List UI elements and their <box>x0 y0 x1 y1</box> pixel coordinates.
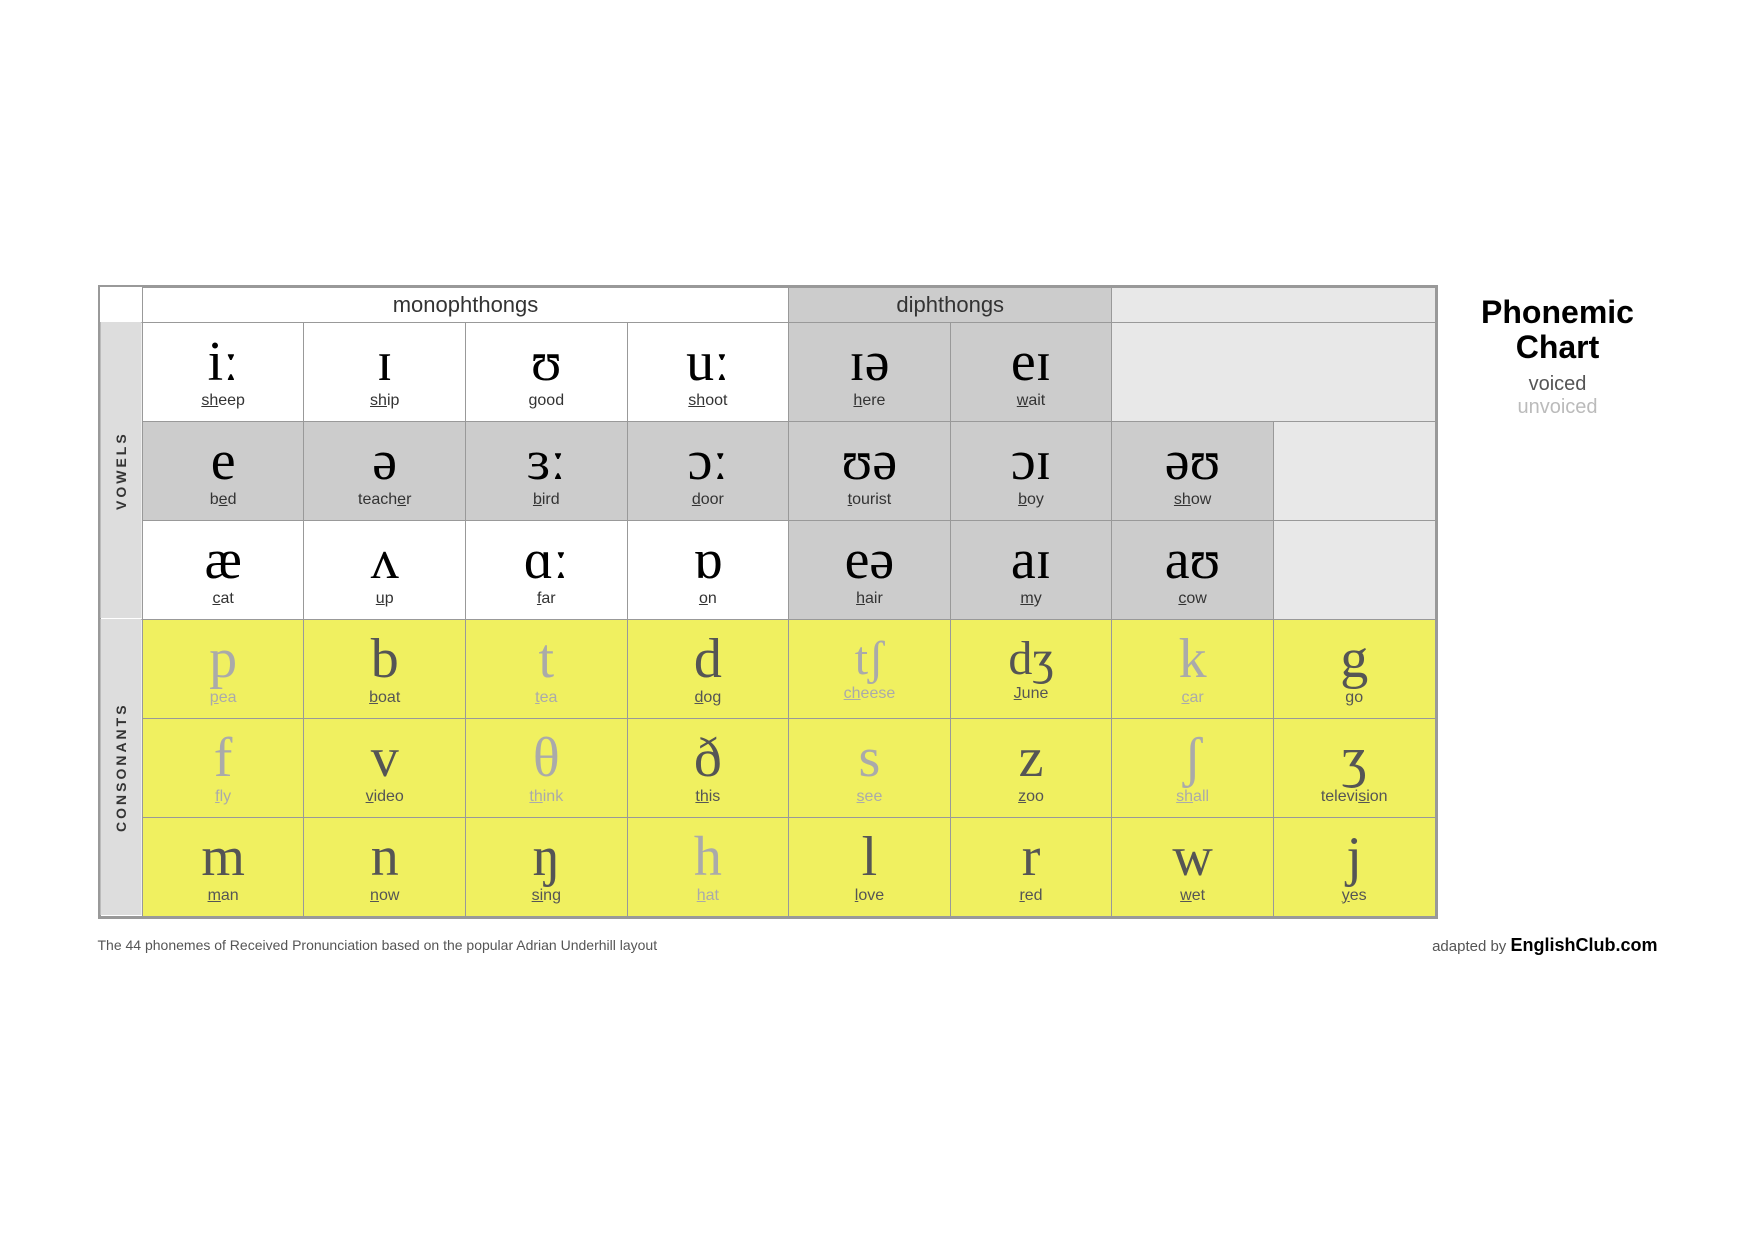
cell-tsh: tʃ cheese <box>789 619 951 718</box>
cell-zh: ʒ television <box>1273 718 1435 817</box>
cell-schwa: ə teacher <box>304 421 466 520</box>
cell-3: ɜː bird <box>466 421 628 520</box>
cell-b: b boat <box>304 619 466 718</box>
cell-eu: əʊ show <box>1112 421 1274 520</box>
cell-oo: ɔː door <box>627 421 789 520</box>
vowels-label: VOWELS <box>100 322 142 619</box>
cell-I: ɪ ship <box>304 322 466 421</box>
cell-h: h hat <box>627 817 789 916</box>
cell-g: g go <box>1273 619 1435 718</box>
cell-w: w wet <box>1112 817 1274 916</box>
empty-3 <box>1273 520 1435 619</box>
cell-aa: ɑː far <box>466 520 628 619</box>
unvoiced-label: unvoiced <box>1458 396 1658 419</box>
chart-container: monophthongs diphthongs VOWELS iː sheep <box>98 285 1438 919</box>
cell-l: l love <box>789 817 951 916</box>
consonants-label: CONSONANTS <box>100 619 142 916</box>
page-wrapper: monophthongs diphthongs VOWELS iː sheep <box>78 265 1678 976</box>
cell-e: e bed <box>142 421 304 520</box>
cell-s: s see <box>789 718 951 817</box>
empty-1 <box>1112 322 1435 421</box>
cell-k: k car <box>1112 619 1274 718</box>
cell-ea: eə hair <box>789 520 951 619</box>
cell-t: t tea <box>466 619 628 718</box>
chart-title: Phonemic Chart <box>1458 295 1658 365</box>
cell-ii: iː sheep <box>142 322 304 421</box>
cell-sh: ʃ shall <box>1112 718 1274 817</box>
cell-j: j yes <box>1273 817 1435 916</box>
footnote-section: The 44 phonemes of Received Pronunciatio… <box>98 935 1658 956</box>
cell-lambda: ʌ up <box>304 520 466 619</box>
cell-z: z zoo <box>950 718 1112 817</box>
cell-n: n now <box>304 817 466 916</box>
empty-2 <box>1273 421 1435 520</box>
cell-ae: æ cat <box>142 520 304 619</box>
consonant-row-3: m man n now ŋ sing <box>100 817 1435 916</box>
cell-o: ɒ on <box>627 520 789 619</box>
cell-dzh: dʒ June <box>950 619 1112 718</box>
cell-p: p pea <box>142 619 304 718</box>
cell-ue: ʊə tourist <box>789 421 951 520</box>
cell-upsilon: ʊ good <box>466 322 628 421</box>
cell-r: r red <box>950 817 1112 916</box>
phonemic-table: monophthongs diphthongs VOWELS iː sheep <box>100 287 1436 917</box>
vowel-row-2: e bed ə teacher ɜː bird <box>100 421 1435 520</box>
cell-v: v video <box>304 718 466 817</box>
cell-d: d dog <box>627 619 789 718</box>
cell-f: f fly <box>142 718 304 817</box>
cell-m: m man <box>142 817 304 916</box>
header-row: monophthongs diphthongs <box>100 287 1435 322</box>
header-monophthongs: monophthongs <box>142 287 788 322</box>
cell-au: aʊ cow <box>1112 520 1274 619</box>
cell-eth: ð this <box>627 718 789 817</box>
credit-site: EnglishClub.com <box>1510 935 1657 955</box>
consonant-row-2: f fly v video θ think <box>100 718 1435 817</box>
cell-ai: aɪ my <box>950 520 1112 619</box>
consonant-row-1: CONSONANTS p pea b boat <box>100 619 1435 718</box>
cell-theta: θ think <box>466 718 628 817</box>
cell-ie: ɪə here <box>789 322 951 421</box>
cell-oi: ɔɪ boy <box>950 421 1112 520</box>
credit-prefix: adapted by <box>1432 938 1510 955</box>
vowel-row-3: æ cat ʌ up ɑː far <box>100 520 1435 619</box>
cell-ei: eɪ wait <box>950 322 1112 421</box>
footnote-text: The 44 phonemes of Received Pronunciatio… <box>98 937 658 953</box>
vowel-row-1: VOWELS iː sheep ɪ ship <box>100 322 1435 421</box>
credit-text: adapted by EnglishClub.com <box>1432 935 1657 956</box>
cell-ng: ŋ sing <box>466 817 628 916</box>
cell-uu: uː shoot <box>627 322 789 421</box>
title-block: Phonemic Chart voiced unvoiced <box>1458 285 1658 419</box>
voiced-label: voiced <box>1458 373 1658 396</box>
header-diphthongs: diphthongs <box>789 287 1112 322</box>
top-section: monophthongs diphthongs VOWELS iː sheep <box>98 285 1658 919</box>
